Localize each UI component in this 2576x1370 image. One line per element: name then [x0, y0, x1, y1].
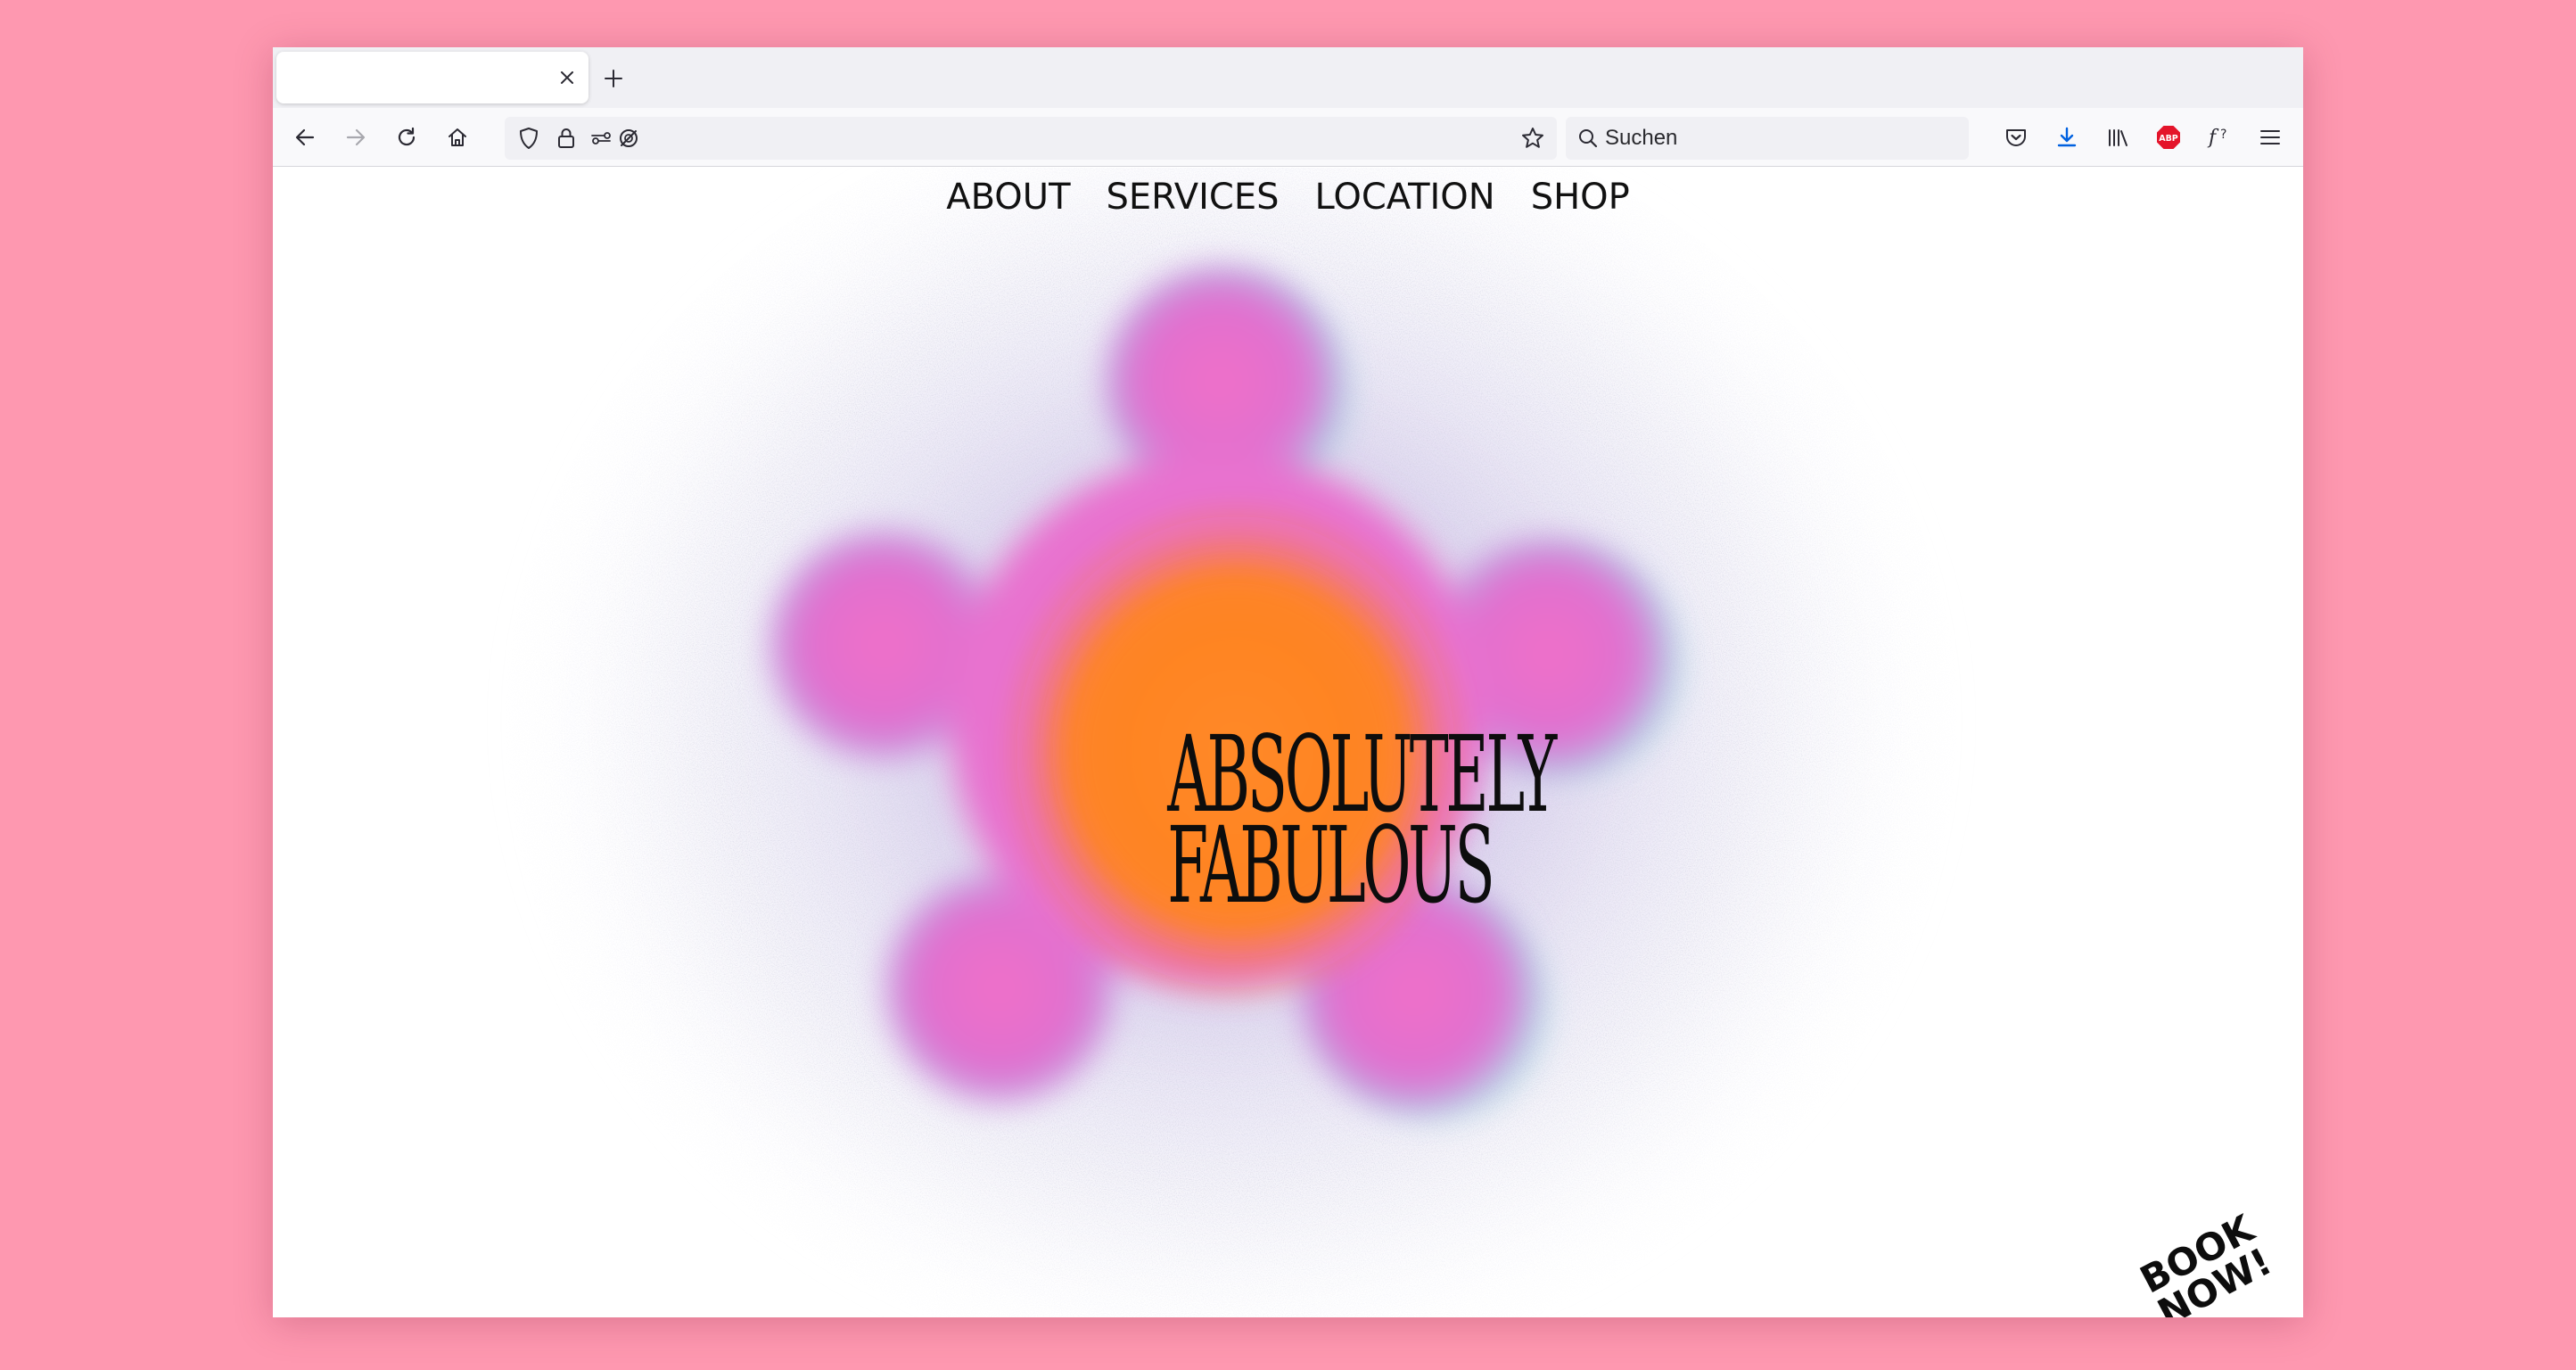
nav-link-about[interactable]: ABOUT — [946, 177, 1070, 218]
svg-text:ABP: ABP — [2159, 134, 2178, 144]
nav-link-shop[interactable]: SHOP — [1531, 177, 1630, 218]
search-input[interactable] — [1605, 124, 1953, 153]
nav-link-location[interactable]: LOCATION — [1315, 177, 1495, 218]
nav-link-services[interactable]: SERVICES — [1107, 177, 1280, 218]
tab-active[interactable] — [276, 52, 588, 103]
lock-icon[interactable] — [553, 125, 580, 152]
tab-strip — [273, 47, 2303, 108]
adblock-plus-icon[interactable]: ABP — [2152, 120, 2185, 154]
font-finder-icon[interactable]: f? — [2202, 120, 2236, 154]
search-icon — [1575, 125, 1601, 152]
search-bar[interactable] — [1566, 117, 1969, 160]
library-icon[interactable] — [2101, 120, 2135, 154]
tracking-blocked-icon[interactable] — [615, 125, 642, 152]
back-arrow-icon[interactable] — [288, 120, 322, 154]
svg-text:?: ? — [2220, 128, 2226, 142]
plus-icon[interactable] — [599, 64, 628, 93]
browser-window: ABP f? — [273, 47, 2303, 1317]
bookmark-star-icon[interactable] — [1519, 125, 1546, 152]
reload-icon[interactable] — [390, 120, 424, 154]
close-icon[interactable] — [553, 63, 581, 92]
book-now-button[interactable]: BOOK NOW! — [2113, 1198, 2298, 1317]
nav-toolbar: ABP f? — [273, 108, 2303, 167]
site-nav: ABOUT SERVICES LOCATION SHOP — [273, 177, 2303, 218]
hero-logo-title: ABSOLUTELY FABULOUS — [1058, 722, 1557, 927]
pocket-icon[interactable] — [1999, 120, 2033, 154]
svg-text:f: f — [2207, 127, 2219, 149]
url-bar[interactable] — [505, 117, 1557, 160]
web-page: ABOUT SERVICES LOCATION SHOP ABSOLUTELY … — [273, 168, 2303, 1317]
permissions-icon[interactable] — [588, 125, 615, 152]
home-icon[interactable] — [440, 120, 474, 154]
forward-arrow-icon[interactable] — [339, 120, 373, 154]
shield-icon[interactable] — [515, 125, 542, 152]
download-icon[interactable] — [2050, 120, 2084, 154]
hero-title-line2: FABULOUS — [1167, 804, 1495, 927]
hamburger-menu-icon[interactable] — [2253, 120, 2287, 154]
